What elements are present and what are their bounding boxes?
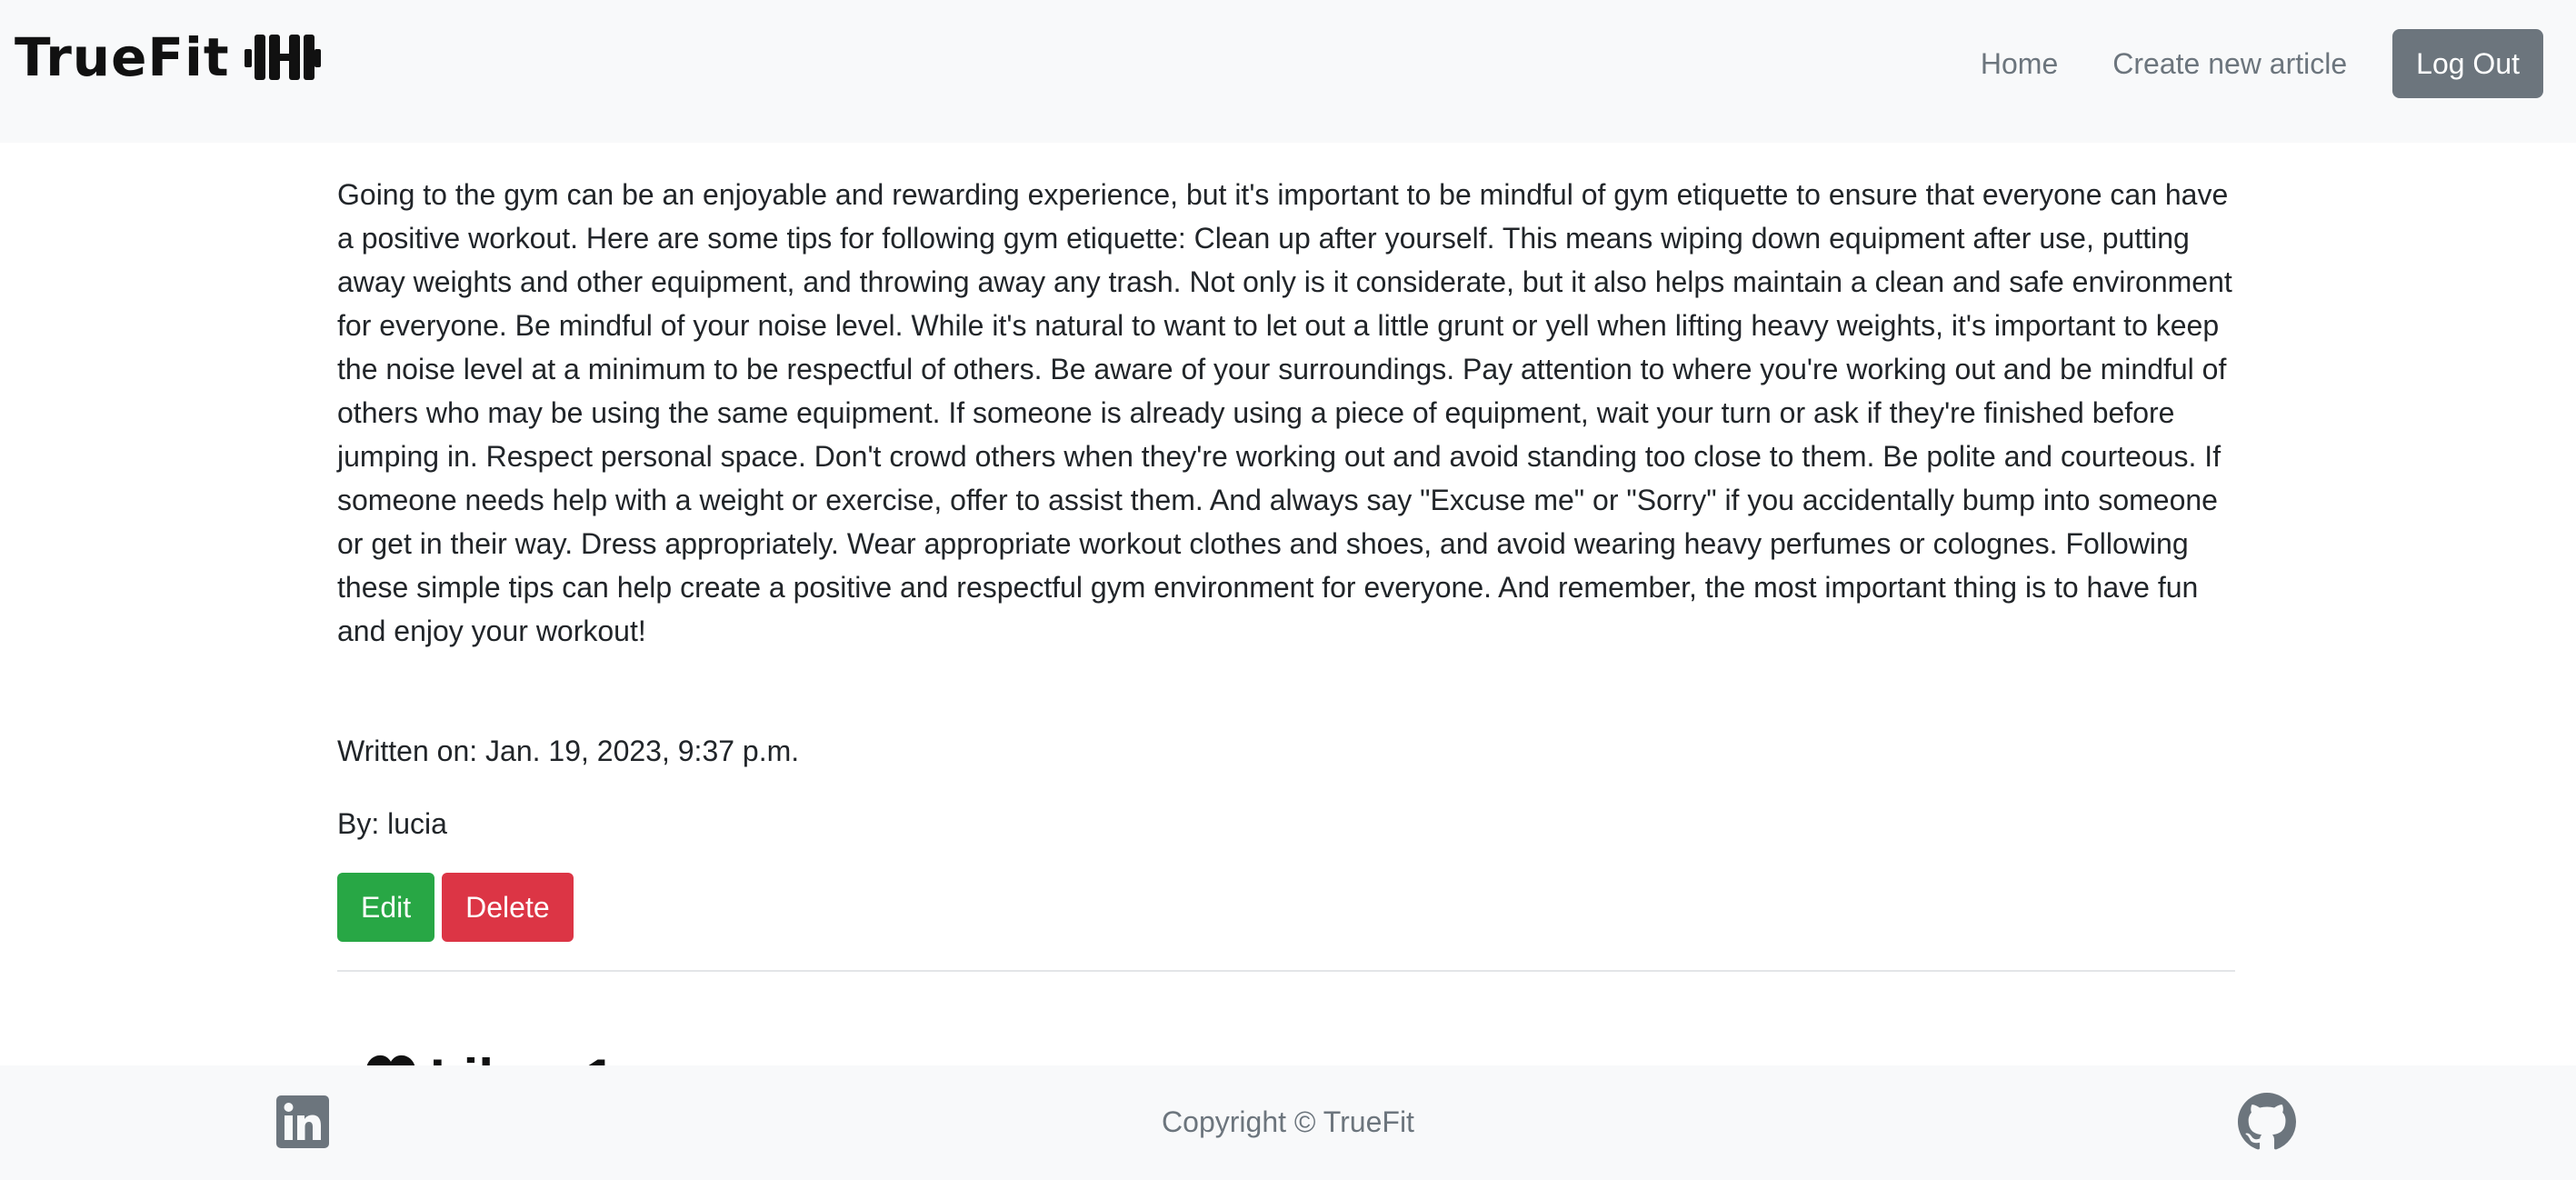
article-actions: Edit Delete: [337, 873, 574, 942]
nav-create-article-link[interactable]: Create new article: [2085, 29, 2374, 98]
footer: Copyright © TrueFit: [0, 1065, 2576, 1180]
divider: [337, 970, 2235, 972]
delete-button[interactable]: Delete: [442, 873, 574, 942]
article-author: By: lucia: [337, 807, 447, 840]
logout-button[interactable]: Log Out: [2392, 29, 2543, 98]
article-content: Going to the gym can be an enjoyable and…: [337, 173, 2235, 1109]
edit-button[interactable]: Edit: [337, 873, 435, 942]
dumbbell-icon: [244, 35, 321, 80]
article-date: Written on: Jan. 19, 2023, 9:37 p.m.: [337, 735, 800, 767]
nav-links: Home Create new article Log Out: [1953, 29, 2543, 98]
navbar: TrueFit Home Create new article Log Out: [0, 0, 2576, 143]
brand-name: TrueFit: [15, 26, 230, 88]
nav-home-link[interactable]: Home: [1953, 29, 2085, 98]
github-icon[interactable]: [2238, 1093, 2296, 1151]
brand-logo[interactable]: TrueFit: [15, 25, 321, 89]
article-body: Going to the gym can be an enjoyable and…: [337, 178, 2232, 647]
copyright-text: Copyright © TrueFit: [1162, 1105, 1414, 1138]
